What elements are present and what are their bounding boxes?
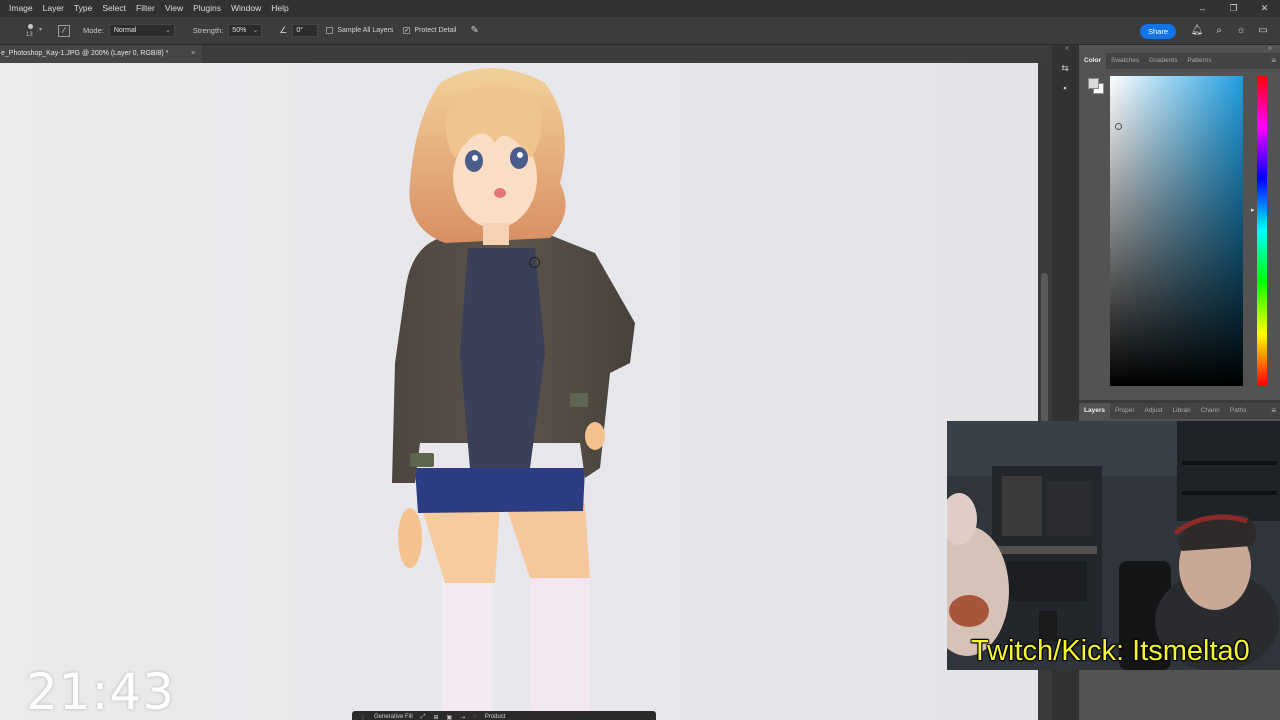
arrow-icon[interactable]: ⇢ [460, 714, 465, 720]
contextual-task-bar: ⋮ Generative Fill ⤢ ⊞ ▣ ⇢ ◌ Product [352, 711, 656, 720]
tab-gradients[interactable]: Gradients [1144, 53, 1182, 69]
tab-channels[interactable]: Chann [1196, 403, 1225, 419]
tab-patterns[interactable]: Patterns [1182, 53, 1216, 69]
restore-button[interactable]: ❐ [1218, 0, 1249, 17]
hue-slider-handle[interactable]: ▸ [1251, 206, 1255, 214]
brush-tip-icon [28, 23, 33, 29]
mode-label: Mode: [83, 26, 104, 35]
protect-detail-checkbox[interactable]: ✓ Protect Detail [403, 27, 456, 34]
close-button[interactable]: ✕ [1249, 0, 1280, 17]
menu-plugins[interactable]: Plugins [188, 0, 226, 17]
menu-layer[interactable]: Layer [38, 0, 69, 17]
angle-icon: ∠ [279, 25, 288, 35]
spinner-icon[interactable]: ◌ [473, 714, 477, 720]
chevron-down-icon: ▾ [39, 26, 43, 33]
generative-fill-button[interactable]: Generative Fill [374, 714, 413, 720]
menu-bar: Image Layer Type Select Filter View Plug… [0, 0, 1280, 17]
panel-menu-icon[interactable]: ≡ [1271, 403, 1276, 419]
brush-size-value: 13 [26, 31, 33, 38]
layers-panel-tabs: Layers Proper Adjust Librari Chann Paths… [1079, 403, 1280, 419]
color-panel: Color Swatches Gradients Patterns ≡ ▸ [1079, 53, 1280, 400]
color-field[interactable] [1110, 76, 1243, 386]
sample-all-layers-label: Sample All Layers [337, 27, 394, 34]
canvas[interactable] [0, 63, 1038, 720]
webcam-overlay: Twitch/Kick: Itsmelta0 [947, 421, 1280, 670]
mode-value: Normal [113, 27, 137, 34]
comments-icon[interactable]: ▪ [1059, 82, 1071, 94]
menu-window[interactable]: Window [226, 0, 266, 17]
frame-icon[interactable]: ▣ [447, 714, 453, 720]
collapse-left-icon[interactable]: « [1065, 45, 1069, 52]
angle-field[interactable]: 0° [292, 24, 319, 37]
lightbulb-icon[interactable]: ☼ [1230, 24, 1252, 38]
chevron-down-icon: ⌄ [252, 27, 259, 34]
document-tab-bar: e_Photoshop_Kay-1.JPG @ 200% (Layer 0, R… [0, 45, 1052, 63]
tab-color[interactable]: Color [1079, 53, 1106, 69]
pressure-pen-icon[interactable]: ✎ [470, 25, 478, 36]
checkbox-icon [326, 27, 334, 34]
protect-detail-label: Protect Detail [414, 27, 457, 34]
expand-icon[interactable]: ⤢ [421, 714, 426, 720]
stream-handle-text: Twitch/Kick: Itsmelta0 [971, 635, 1250, 667]
menu-view[interactable]: View [160, 0, 188, 17]
webcam-video [947, 421, 1280, 670]
strength-value: 50% [232, 27, 247, 34]
color-panel-tabs: Color Swatches Gradients Patterns ≡ [1079, 53, 1280, 69]
product-button[interactable]: Product [485, 714, 506, 720]
mode-select[interactable]: Normal ⌄ [108, 24, 175, 37]
chevron-down-icon: ⌄ [164, 27, 171, 34]
share-button[interactable]: Share [1140, 24, 1176, 39]
grid-icon[interactable]: ⊞ [434, 714, 439, 720]
brush-settings-button[interactable]: ⁄ [58, 24, 70, 37]
workspace-icon[interactable]: ▭ [1252, 24, 1274, 38]
options-bar: 13 ▾ ⁄ Mode: Normal ⌄ Strength: 50% ⌄ ∠ … [0, 17, 1280, 45]
window-controls: – ❐ ✕ [1187, 0, 1280, 17]
panel-menu-icon[interactable]: ≡ [1271, 53, 1276, 69]
strength-label: Strength: [192, 26, 224, 35]
document-tab[interactable]: e_Photoshop_Kay-1.JPG @ 200% (Layer 0, R… [0, 45, 202, 63]
sample-all-layers-checkbox[interactable]: Sample All Layers [326, 27, 393, 34]
history-icon[interactable]: ⇆ [1059, 62, 1071, 74]
angle-value: 0° [296, 27, 304, 34]
tab-paths[interactable]: Paths [1225, 403, 1252, 419]
search-icon[interactable]: ⌕ [1208, 24, 1230, 38]
stream-clock: 21:43 [26, 663, 176, 720]
tab-libraries[interactable]: Librari [1168, 403, 1196, 419]
color-picker-ring[interactable] [1115, 123, 1122, 130]
brush-preset-picker[interactable]: 13 ▾ [20, 17, 48, 45]
brush-cursor-icon [529, 257, 540, 268]
top-right-icons: 🔔︎ ⌕ ☼ ▭ [1186, 24, 1274, 38]
menu-filter[interactable]: Filter [131, 0, 160, 17]
bell-icon[interactable]: 🔔︎ [1186, 24, 1208, 38]
checkmark-icon: ✓ [403, 27, 411, 34]
minimize-button[interactable]: – [1187, 0, 1218, 17]
document-title: e_Photoshop_Kay-1.JPG @ 200% (Layer 0, R… [1, 50, 169, 57]
tab-swatches[interactable]: Swatches [1106, 53, 1144, 69]
close-tab-icon[interactable]: × [191, 45, 195, 63]
menu-help[interactable]: Help [266, 0, 293, 17]
strength-field[interactable]: 50% ⌄ [228, 24, 263, 37]
task-bar-handle-icon[interactable]: ⋮ [360, 714, 366, 720]
collapse-right-icon[interactable]: » [1268, 45, 1272, 52]
scrollbar-thumb[interactable] [1041, 273, 1048, 443]
tab-layers[interactable]: Layers [1079, 403, 1110, 419]
menu-type[interactable]: Type [69, 0, 97, 17]
figure-photo [392, 68, 635, 720]
tab-adjustments[interactable]: Adjust [1139, 403, 1167, 419]
menu-image[interactable]: Image [0, 0, 38, 17]
hue-slider[interactable] [1257, 76, 1267, 386]
tab-properties[interactable]: Proper [1110, 403, 1140, 419]
menu-select[interactable]: Select [97, 0, 131, 17]
foreground-color-swatch[interactable] [1088, 78, 1099, 89]
